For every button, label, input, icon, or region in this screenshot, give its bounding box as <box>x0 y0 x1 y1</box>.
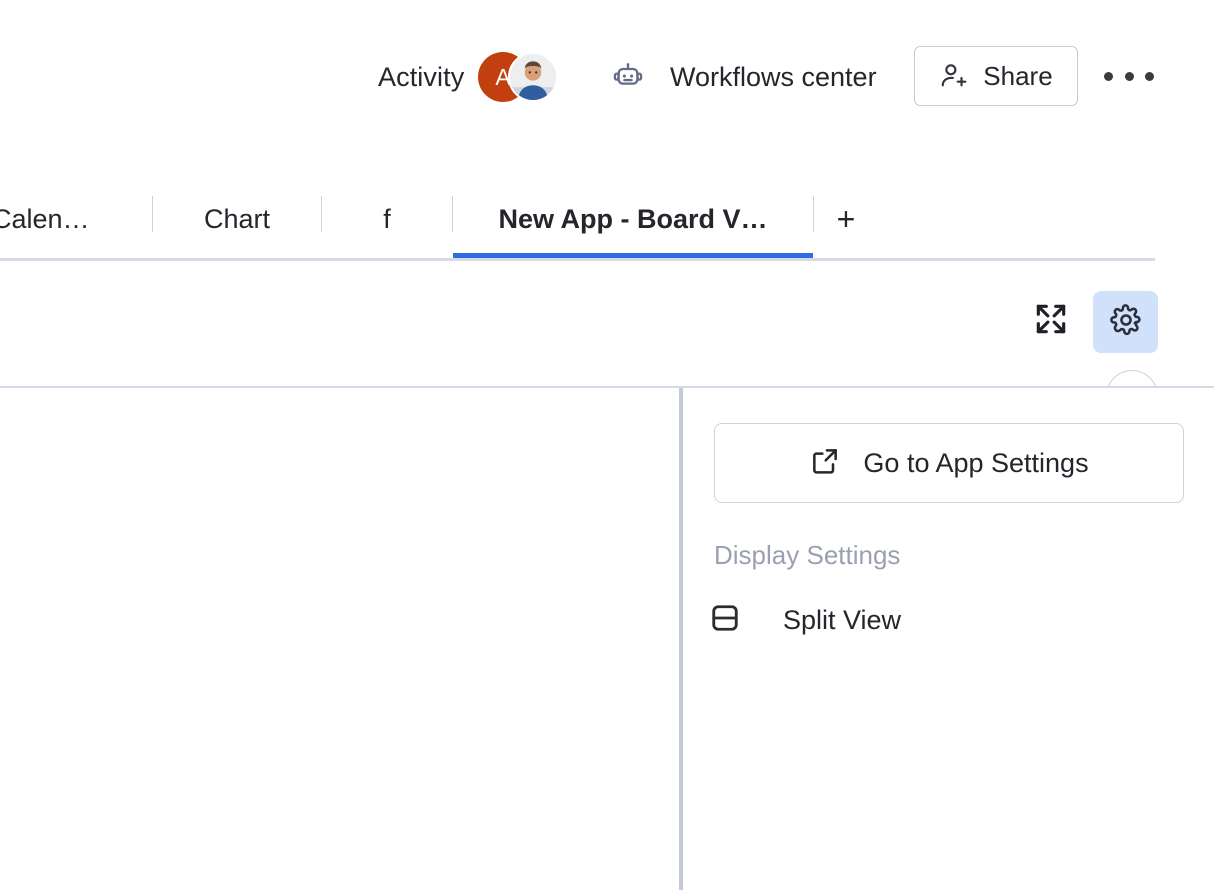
more-dot <box>1145 71 1154 81</box>
tab-f[interactable]: f <box>322 180 452 258</box>
workflows-center-button[interactable]: Workflows center <box>612 52 877 102</box>
go-to-app-settings-label: Go to App Settings <box>863 447 1089 478</box>
person-plus-icon <box>939 61 969 91</box>
split-view-option[interactable]: Split View <box>707 600 901 641</box>
activity-group[interactable]: Activity A <box>378 48 559 106</box>
tab-bar: Calen… Chart f New App - Board V… + <box>0 180 1214 422</box>
workflows-center-label: Workflows center <box>670 61 877 92</box>
board-canvas-pane[interactable] <box>0 388 680 890</box>
tab-calendar[interactable]: Calen… <box>0 180 152 258</box>
expand-button[interactable] <box>1030 300 1072 342</box>
avatar-photo[interactable] <box>508 52 559 102</box>
app-settings-toggle-button[interactable] <box>1093 291 1158 353</box>
tab-bar-border <box>0 258 1155 261</box>
body-area: Go to App Settings Display Settings Spli… <box>0 388 1214 890</box>
share-button[interactable]: Share <box>914 46 1078 106</box>
share-label: Share <box>983 60 1053 91</box>
display-settings-section-label: Display Settings <box>714 540 901 570</box>
more-horizontal-icon[interactable] <box>1104 62 1154 90</box>
tab-list: Calen… Chart f New App - Board V… + <box>0 180 878 258</box>
more-dot <box>1124 71 1134 81</box>
go-to-app-settings-button[interactable]: Go to App Settings <box>714 423 1184 503</box>
activity-label: Activity <box>378 61 465 92</box>
gear-icon <box>1109 303 1143 342</box>
app-window: Activity A Workflows center Share Calen…… <box>0 0 1214 890</box>
split-horizontal-icon <box>707 600 743 641</box>
tab-chart[interactable]: Chart <box>153 180 321 258</box>
split-view-label: Split View <box>783 605 902 635</box>
top-bar: Activity A Workflows center Share <box>0 0 1214 150</box>
external-link-icon <box>809 445 863 482</box>
robot-icon <box>612 61 644 93</box>
add-tab-button[interactable]: + <box>814 180 878 258</box>
more-dot <box>1104 71 1113 81</box>
avatar-stack[interactable]: A <box>478 48 559 106</box>
expand-arrows-icon <box>1032 300 1070 343</box>
tab-new-app-board-view[interactable]: New App - Board V… <box>453 180 813 258</box>
